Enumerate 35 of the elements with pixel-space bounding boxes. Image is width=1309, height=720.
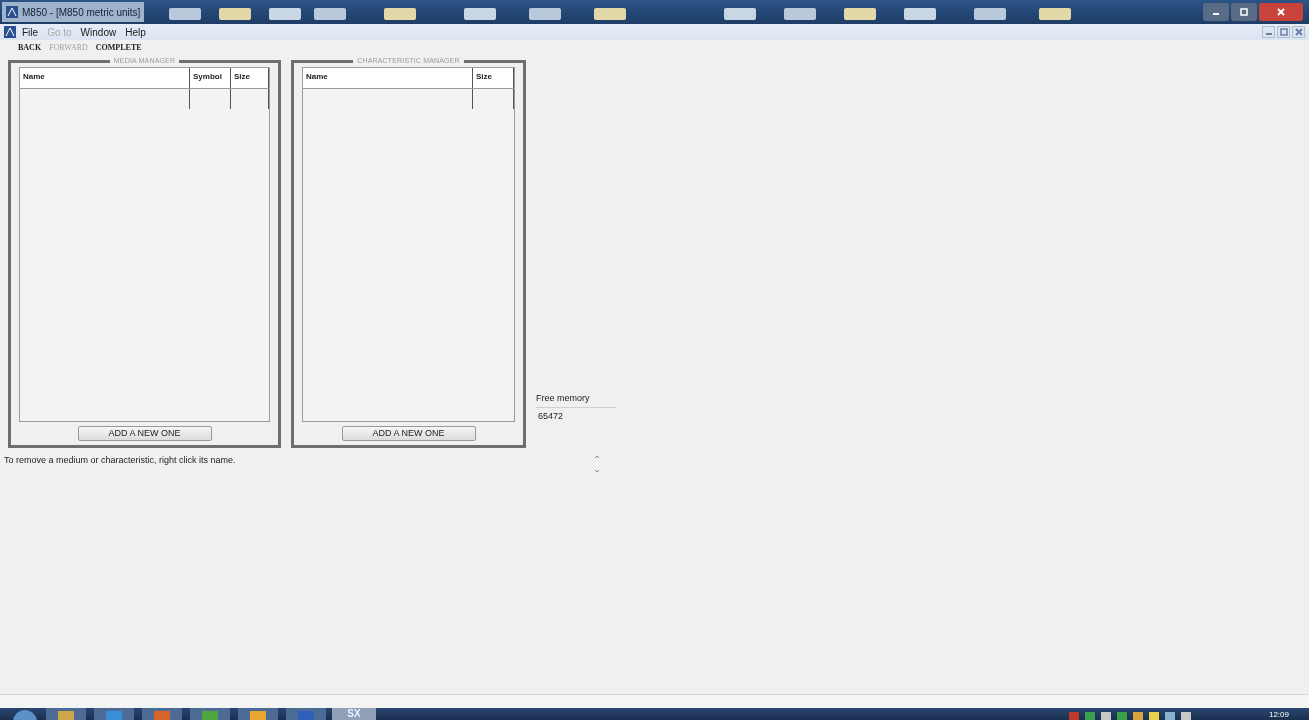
spinner-arrows-icon xyxy=(594,454,600,474)
menu-item[interactable]: Help xyxy=(125,24,146,40)
toolbar-button[interactable]: COMPLETE xyxy=(95,42,142,54)
toolbar-button[interactable]: BACK xyxy=(18,42,42,54)
menu-item[interactable]: Window xyxy=(80,24,117,40)
minimize-button[interactable] xyxy=(1203,3,1229,21)
taskbar-app-icon[interactable] xyxy=(140,708,184,720)
close-icon xyxy=(1276,8,1286,16)
start-button-icon[interactable] xyxy=(10,708,40,720)
minimize-button[interactable] xyxy=(1262,26,1275,38)
close-icon xyxy=(1293,28,1304,36)
maximize-button[interactable] xyxy=(1231,3,1257,21)
window-title: M850 - [M850 metric units] xyxy=(22,5,141,20)
column-header[interactable]: Size xyxy=(473,67,514,88)
maximize-button[interactable] xyxy=(1277,26,1290,38)
column-header[interactable]: Name xyxy=(303,67,473,88)
column-header[interactable]: Symbol xyxy=(190,67,231,88)
taskbar-app-icon[interactable] xyxy=(92,708,136,720)
add-button[interactable]: ADD A NEW ONE xyxy=(77,426,212,441)
app-icon xyxy=(6,6,18,18)
taskbar-app-icon[interactable] xyxy=(236,708,280,720)
column-header[interactable]: Size xyxy=(231,67,269,88)
maximize-icon xyxy=(1278,28,1289,36)
clock: 12:09 xyxy=(1268,710,1289,720)
taskbar-app-icon[interactable] xyxy=(44,708,88,720)
menu-item[interactable]: File xyxy=(22,24,39,40)
column-header[interactable]: Name xyxy=(20,67,190,88)
add-button[interactable]: ADD A NEW ONE xyxy=(341,426,476,441)
free-memory-value: 65472 xyxy=(537,409,565,423)
free-memory-label: Free memory xyxy=(536,392,616,408)
maximize-icon xyxy=(1239,8,1249,16)
taskbar-app-icon[interactable] xyxy=(188,708,232,720)
app-icon xyxy=(4,26,16,38)
close-button[interactable] xyxy=(1259,3,1303,21)
close-button[interactable] xyxy=(1292,26,1305,38)
